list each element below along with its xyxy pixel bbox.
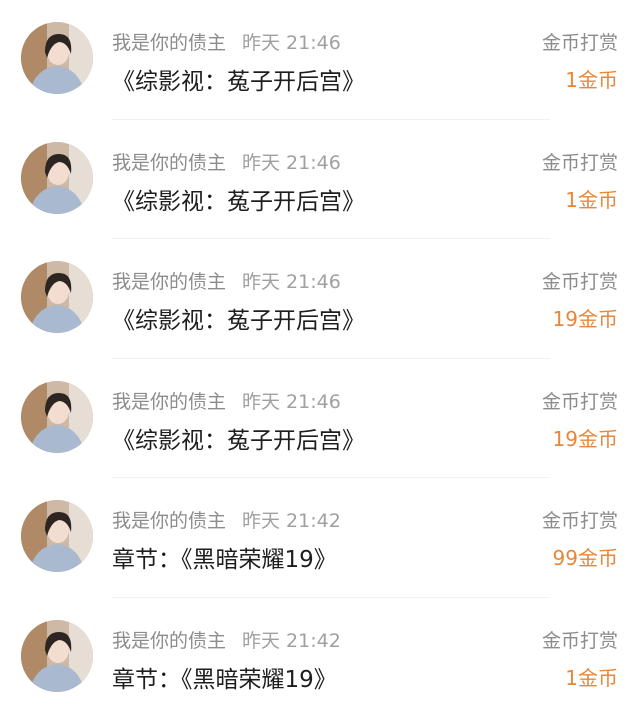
reward-meta: 我是你的债主昨天 21:42: [112, 626, 341, 653]
reward-meta: 我是你的债主昨天 21:46: [112, 148, 341, 175]
timestamp: 昨天 21:42: [242, 510, 341, 532]
reward-list-item[interactable]: 我是你的债主昨天 21:46 《综影视：菟子开后宫》 金币打赏 19金币: [0, 239, 640, 359]
avatar-photo-icon: [21, 620, 93, 692]
chapter-title[interactable]: 章节：《黑暗荣耀19》: [112, 660, 337, 694]
user-avatar[interactable]: [21, 620, 93, 692]
reward-amount: 19金币: [553, 423, 618, 452]
timestamp: 昨天 21:42: [242, 630, 341, 652]
timestamp: 昨天 21:46: [242, 152, 341, 174]
chapter-title[interactable]: 章节：《黑暗荣耀19》: [112, 540, 337, 574]
timestamp: 昨天 21:46: [242, 32, 341, 54]
username[interactable]: 我是你的债主: [112, 630, 226, 652]
reward-meta: 我是你的债主昨天 21:42: [112, 506, 341, 533]
reward-type-label: 金币打赏: [542, 387, 618, 414]
reward-type-label: 金币打赏: [542, 626, 618, 653]
user-avatar[interactable]: [21, 261, 93, 333]
username[interactable]: 我是你的债主: [112, 32, 226, 54]
avatar-photo-icon: [21, 142, 93, 214]
reward-meta: 我是你的债主昨天 21:46: [112, 387, 341, 414]
reward-list-item[interactable]: 我是你的债主昨天 21:42 章节：《黑暗荣耀19》 金币打赏 1金币: [0, 598, 640, 717]
reward-amount: 1金币: [565, 662, 618, 691]
user-avatar[interactable]: [21, 381, 93, 453]
avatar-photo-icon: [21, 500, 93, 572]
reward-meta: 我是你的债主昨天 21:46: [112, 267, 341, 294]
username[interactable]: 我是你的债主: [112, 152, 226, 174]
work-title[interactable]: 《综影视：菟子开后宫》: [112, 62, 365, 96]
avatar-photo-icon: [21, 22, 93, 94]
avatar-photo-icon: [21, 381, 93, 453]
username[interactable]: 我是你的债主: [112, 271, 226, 293]
reward-meta: 我是你的债主昨天 21:46: [112, 28, 341, 55]
work-title[interactable]: 《综影视：菟子开后宫》: [112, 301, 365, 335]
reward-amount: 1金币: [565, 64, 618, 93]
reward-list-item[interactable]: 我是你的债主昨天 21:46 《综影视：菟子开后宫》 金币打赏 19金币: [0, 359, 640, 479]
reward-type-label: 金币打赏: [542, 28, 618, 55]
reward-amount: 99金币: [553, 542, 618, 571]
avatar-photo-icon: [21, 261, 93, 333]
reward-list-item[interactable]: 我是你的债主昨天 21:42 章节：《黑暗荣耀19》 金币打赏 99金币: [0, 478, 640, 598]
reward-list: 我是你的债主昨天 21:46 《综影视：菟子开后宫》 金币打赏 1金币 我是你的…: [0, 0, 640, 713]
reward-type-label: 金币打赏: [542, 267, 618, 294]
reward-list-item[interactable]: 我是你的债主昨天 21:46 《综影视：菟子开后宫》 金币打赏 1金币: [0, 120, 640, 240]
work-title[interactable]: 《综影视：菟子开后宫》: [112, 421, 365, 455]
username[interactable]: 我是你的债主: [112, 391, 226, 413]
user-avatar[interactable]: [21, 500, 93, 572]
timestamp: 昨天 21:46: [242, 391, 341, 413]
reward-type-label: 金币打赏: [542, 506, 618, 533]
reward-list-item[interactable]: 我是你的债主昨天 21:46 《综影视：菟子开后宫》 金币打赏 1金币: [0, 0, 640, 120]
reward-amount: 1金币: [565, 184, 618, 213]
reward-type-label: 金币打赏: [542, 148, 618, 175]
work-title[interactable]: 《综影视：菟子开后宫》: [112, 182, 365, 216]
timestamp: 昨天 21:46: [242, 271, 341, 293]
username[interactable]: 我是你的债主: [112, 510, 226, 532]
user-avatar[interactable]: [21, 142, 93, 214]
reward-amount: 19金币: [553, 303, 618, 332]
user-avatar[interactable]: [21, 22, 93, 94]
